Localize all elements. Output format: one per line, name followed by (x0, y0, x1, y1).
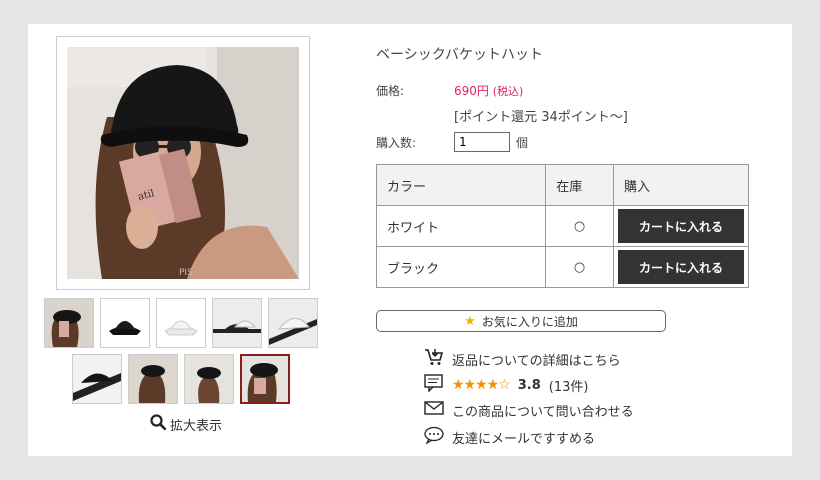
thumbnail-9-selected[interactable] (240, 354, 290, 404)
rating-count: (13件) (548, 379, 589, 395)
reviews-link[interactable]: ★★★★☆ 3.8 (13件) (424, 374, 588, 396)
quantity-label: 購入数: (376, 136, 417, 150)
chat-bubble-icon (424, 426, 444, 448)
table-row: ブラック ○ カートに入れる (375, 246, 749, 288)
variant-stock: ○ (545, 205, 614, 247)
rating-value: 3.8 (517, 377, 541, 393)
points-note: [ポイント還元 34ポイント〜] (454, 110, 628, 125)
product-card: atil PIS 拡大表示 ベーシックバケットハット 価格: 690円 (税込)… (28, 24, 792, 456)
add-to-cart-button[interactable]: カートに入れる (618, 250, 744, 284)
image-watermark: PIS (179, 268, 193, 278)
product-title: ベーシックバケットハット (376, 47, 544, 63)
mail-icon (424, 400, 444, 420)
favorites-label: お気に入りに追加 (481, 314, 578, 329)
recommend-link[interactable]: 友達にメールですすめる (424, 426, 595, 448)
thumbnail-2[interactable] (100, 298, 150, 348)
variant-stock: ○ (545, 246, 614, 288)
price-label: 価格: (376, 84, 405, 98)
returns-link[interactable]: 返品についての詳細はこちら (424, 348, 621, 370)
review-icon (424, 374, 444, 396)
magnifier-icon (150, 414, 167, 434)
star-icon: ★ (464, 313, 476, 329)
thumbnail-7[interactable] (128, 354, 178, 404)
variant-color: ブラック (375, 246, 547, 288)
variant-color: ホワイト (375, 205, 547, 247)
variant-purchase-cell: カートに入れる (613, 246, 749, 288)
header-stock: 在庫 (545, 164, 614, 206)
variant-purchase-cell: カートに入れる (613, 205, 749, 247)
thumbnail-3[interactable] (156, 298, 206, 348)
inquiry-link[interactable]: この商品について問い合わせる (424, 400, 634, 420)
header-purchase: 購入 (613, 164, 749, 206)
header-color: カラー (375, 164, 547, 206)
table-header-row: カラー 在庫 購入 (375, 164, 749, 206)
quantity-input[interactable] (454, 132, 510, 152)
zoom-button[interactable]: 拡大表示 (150, 414, 222, 434)
thumbnail-8[interactable] (184, 354, 234, 404)
table-row: ホワイト ○ カートに入れる (375, 205, 749, 247)
tax-note: (税込) (492, 85, 524, 98)
inquiry-label: この商品について問い合わせる (452, 404, 634, 420)
add-to-favorites-button[interactable]: ★ お気に入りに追加 (376, 310, 666, 332)
thumbnail-1[interactable] (44, 298, 94, 348)
recommend-label: 友達にメールですすめる (452, 431, 596, 447)
cart-return-icon (424, 348, 444, 370)
main-product-image: atil PIS (67, 47, 299, 279)
price-value: 690円 (454, 84, 489, 98)
zoom-label: 拡大表示 (170, 418, 223, 434)
quantity-unit: 個 (516, 136, 529, 150)
rating-stars: ★★★★☆ (452, 377, 511, 393)
returns-label: 返品についての詳細はこちら (452, 353, 621, 369)
add-to-cart-button[interactable]: カートに入れる (618, 209, 744, 243)
thumbnail-5[interactable] (268, 298, 318, 348)
thumbnail-4[interactable] (212, 298, 262, 348)
variant-table: カラー 在庫 購入 ホワイト ○ カートに入れる ブラック ○ カートに入れる (375, 164, 749, 288)
thumbnail-6[interactable] (72, 354, 122, 404)
price: 690円 (税込) (454, 82, 523, 99)
main-image-frame[interactable]: atil PIS (56, 36, 310, 290)
